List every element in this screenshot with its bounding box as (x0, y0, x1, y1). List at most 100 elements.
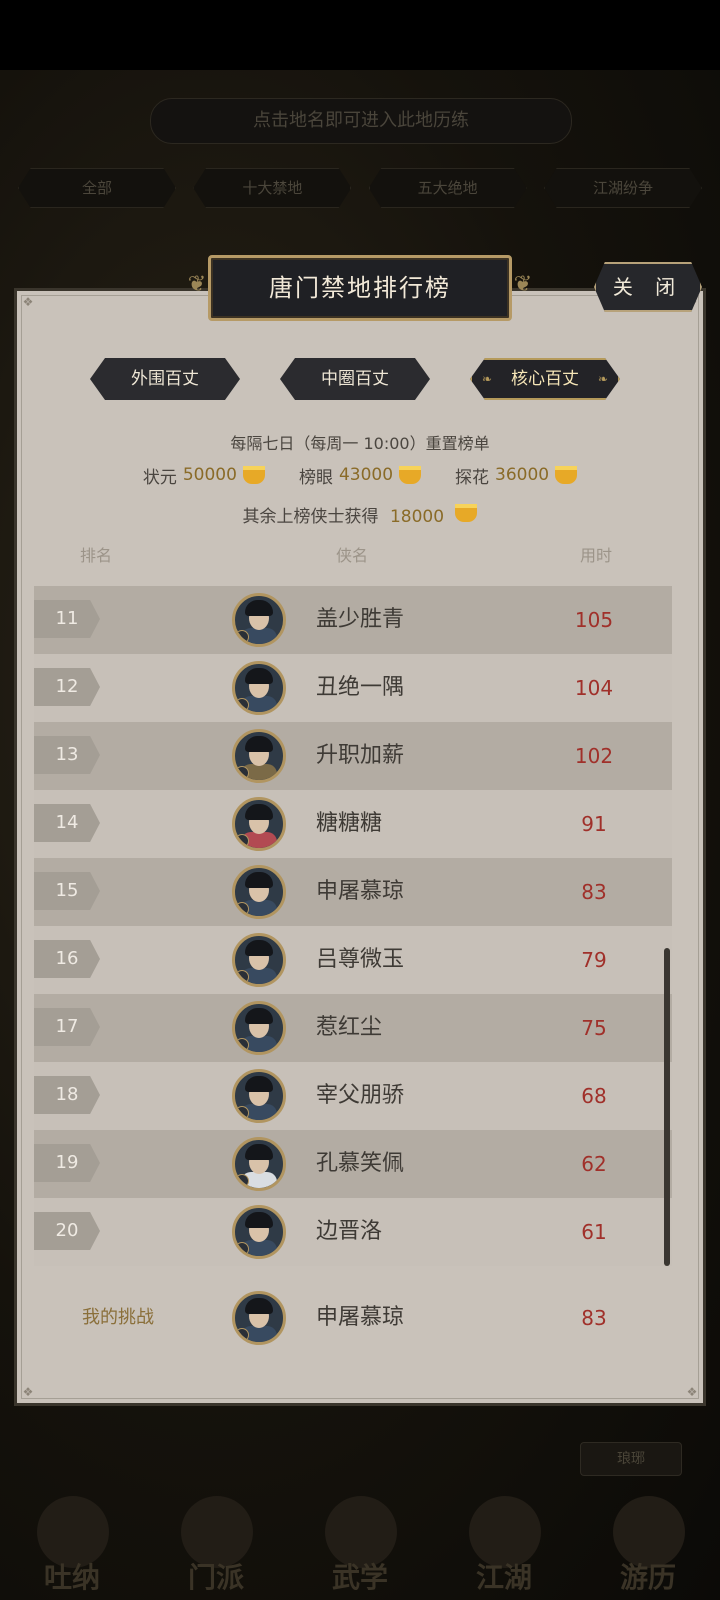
table-row[interactable]: 20 边晋洛 61 (34, 1198, 672, 1266)
player-time: 104 (574, 676, 614, 700)
map-tab-five-deadly[interactable]: 五大绝地 (368, 168, 527, 208)
top-rewards: 状元 50000 榜眼 43000 探花 36000 (0, 462, 720, 488)
avatar[interactable] (232, 1137, 286, 1191)
column-header-time: 用时 (580, 546, 613, 565)
nav-jianghu[interactable]: 江湖 (449, 1490, 559, 1600)
rank-badge: 19 (34, 1144, 100, 1182)
avatar[interactable] (232, 933, 286, 987)
table-row[interactable]: 15 申屠慕琼 83 (34, 858, 672, 926)
title-ornament-icon: ❦ (513, 272, 533, 297)
title-plate: 唐门禁地排行榜 (208, 255, 512, 321)
player-time: 61 (581, 1220, 607, 1244)
tab-ornament-icon: ❧ (482, 372, 493, 386)
rank-badge: 16 (34, 940, 100, 978)
gender-badge-icon (235, 766, 249, 780)
rank-badge: 20 (34, 1212, 100, 1250)
my-challenge-row[interactable]: 我的挑战 申屠慕琼 83 (34, 1284, 672, 1352)
table-row[interactable]: 18 宰父朋骄 68 (34, 1062, 672, 1130)
avatar[interactable] (232, 729, 286, 783)
player-name: 吕尊微玉 (316, 947, 405, 972)
list-scrollbar[interactable] (664, 948, 670, 1266)
player-time: 68 (581, 1084, 607, 1108)
player-time: 105 (574, 608, 614, 632)
tab-core-label: 核心百丈 (511, 369, 579, 389)
close-button[interactable]: 关 闭 (594, 262, 702, 312)
gender-badge-icon (235, 1038, 249, 1052)
tab-core[interactable]: ❧ 核心百丈 ❧ (470, 358, 620, 400)
table-row[interactable]: 12 丑绝一隅 104 (34, 654, 672, 722)
avatar[interactable] (232, 1069, 286, 1123)
player-name: 丑绝一隅 (316, 675, 405, 700)
tab-outer[interactable]: 外围百丈 (90, 358, 240, 400)
map-tab-all[interactable]: 全部 (18, 168, 176, 208)
rank-badge: 18 (34, 1076, 100, 1114)
title-ornament-icon: ❦ (187, 272, 207, 297)
player-time: 83 (581, 1306, 607, 1330)
player-name: 盖少胜青 (316, 607, 405, 632)
reward-second: 榜眼 43000 (299, 462, 422, 488)
player-time: 62 (581, 1152, 607, 1176)
player-time: 83 (581, 880, 607, 904)
player-name: 升职加薪 (316, 743, 405, 768)
nav-sect[interactable]: 门派 (161, 1490, 271, 1600)
reward-first: 状元 50000 (143, 462, 265, 488)
player-time: 91 (581, 812, 607, 836)
nav-tuna[interactable]: 吐纳 (17, 1490, 127, 1600)
avatar[interactable] (232, 797, 286, 851)
reset-notice: 每隔七日（每周一 10:00）重置榜单 (0, 430, 720, 454)
map-tab-jianghu[interactable]: 江湖纷争 (543, 168, 702, 208)
rank-badge: 17 (34, 1008, 100, 1046)
table-row[interactable]: 17 惹红尘 75 (34, 994, 672, 1062)
gender-badge-icon (235, 1106, 249, 1120)
gender-badge-icon (235, 970, 249, 984)
others-reward: 其余上榜侠士获得 18000 (0, 502, 720, 527)
map-tab-ten-forbidden[interactable]: 十大禁地 (193, 168, 352, 208)
table-row[interactable]: 16 吕尊微玉 79 (34, 926, 672, 994)
gender-badge-icon (235, 834, 249, 848)
status-bar (0, 0, 720, 70)
player-time: 102 (574, 744, 614, 768)
avatar[interactable] (232, 1001, 286, 1055)
tab-middle[interactable]: 中圈百丈 (280, 358, 430, 400)
avatar[interactable] (232, 661, 286, 715)
gender-badge-icon (235, 1242, 249, 1256)
ranking-list[interactable]: 11 盖少胜青 105 12 丑绝一隅 104 13 升职加薪 102 14 糖糖糖 91 15 申屠慕琼… (34, 586, 672, 1268)
langya-button[interactable]: 琅琊 (580, 1442, 682, 1476)
nav-travel[interactable]: 游历 (593, 1490, 703, 1600)
rank-badge: 12 (34, 668, 100, 706)
table-row[interactable]: 11 盖少胜青 105 (34, 586, 672, 654)
rank-badge: 14 (34, 804, 100, 842)
player-time: 75 (581, 1016, 607, 1040)
avatar[interactable] (232, 1205, 286, 1259)
column-header-name: 侠名 (336, 546, 369, 565)
gender-badge-icon (235, 698, 249, 712)
table-row[interactable]: 14 糖糖糖 91 (34, 790, 672, 858)
difficulty-tabs: 外围百丈 中圈百丈 ❧ 核心百丈 ❧ (90, 358, 630, 400)
gold-ingot-icon (399, 466, 422, 484)
reward-third: 探花 36000 (455, 462, 578, 488)
map-hint: 点击地名即可进入此地历练 (150, 98, 572, 144)
player-name: 申屠慕琼 (316, 1305, 405, 1330)
column-header-rank: 排名 (80, 546, 113, 565)
avatar (232, 1291, 286, 1345)
rank-badge: 15 (34, 872, 100, 910)
avatar[interactable] (232, 593, 286, 647)
player-name: 孔慕笑佩 (316, 1151, 405, 1176)
gender-badge-icon (235, 1174, 249, 1188)
reset-text: 每隔七日（每周一 10:00）重置榜单 (230, 434, 490, 453)
gender-badge-icon (235, 902, 249, 916)
page-title: 唐门禁地排行榜 (269, 274, 451, 302)
corner-ornament-icon: ❖ (22, 295, 34, 309)
my-challenge-label: 我的挑战 (82, 1307, 154, 1328)
bottom-nav: 吐纳 门派 武学 江湖 游历 (0, 1480, 720, 1600)
nav-martial[interactable]: 武学 (305, 1490, 415, 1600)
avatar[interactable] (232, 865, 286, 919)
gold-ingot-icon (242, 466, 265, 484)
player-name: 惹红尘 (316, 1015, 383, 1040)
tab-ornament-icon: ❧ (597, 372, 608, 386)
gold-ingot-icon (555, 466, 578, 484)
gold-ingot-icon (455, 504, 478, 522)
table-row[interactable]: 13 升职加薪 102 (34, 722, 672, 790)
table-row[interactable]: 19 孔慕笑佩 62 (34, 1130, 672, 1198)
map-filter-tabs: 全部 十大禁地 五大绝地 江湖纷争 (18, 168, 702, 208)
